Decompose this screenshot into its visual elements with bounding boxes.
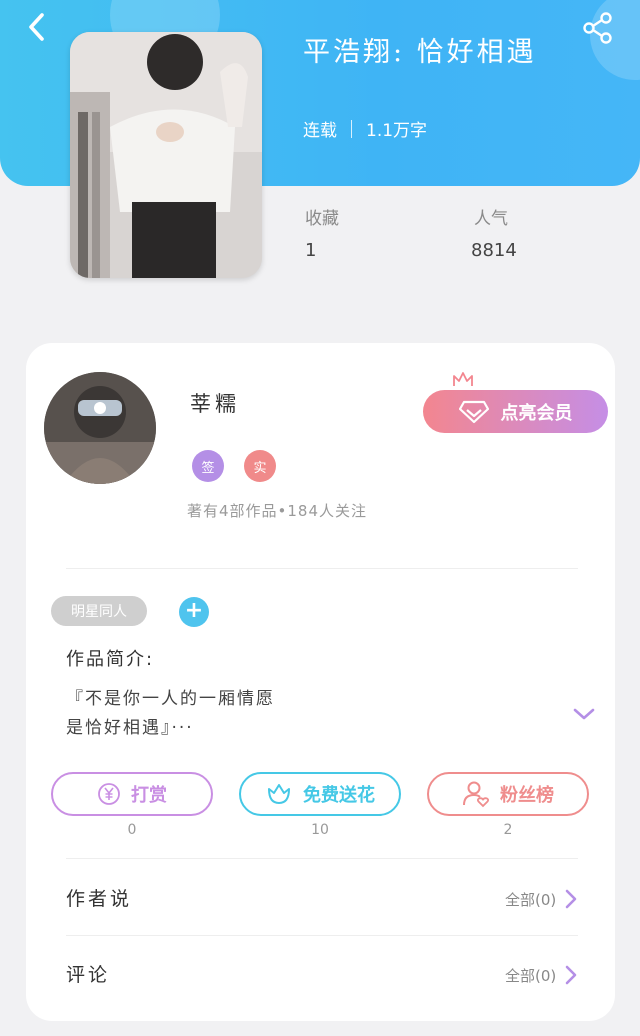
- book-cover-image[interactable]: [70, 32, 262, 278]
- divider: [66, 935, 578, 936]
- serial-status: 连载: [303, 121, 337, 141]
- intro-label: 作品简介:: [66, 649, 155, 670]
- book-meta: 连载 1.1万字: [303, 116, 427, 141]
- signed-badge: 签: [192, 450, 224, 482]
- vip-button-label: 点亮会员: [500, 402, 573, 424]
- author-says-all-link[interactable]: 全部(0): [505, 888, 578, 910]
- flower-icon: [268, 784, 290, 804]
- share-button[interactable]: [580, 10, 616, 46]
- avatar-photo: [44, 372, 156, 484]
- meta-divider: [351, 119, 352, 138]
- author-avatar[interactable]: [44, 372, 156, 484]
- reward-button[interactable]: 打赏: [51, 772, 213, 816]
- user-heart-icon: [463, 781, 490, 808]
- favorites-label: 收藏: [305, 209, 339, 229]
- fans-ranking-button[interactable]: 粉丝榜: [427, 772, 589, 816]
- chevron-right-icon: [565, 889, 577, 909]
- reward-count: 0: [127, 822, 137, 838]
- chevron-down-icon[interactable]: [572, 704, 596, 724]
- intro-text-line-1: 『不是你一人的一厢情愿: [66, 689, 275, 709]
- comments-label: 评论: [66, 964, 111, 986]
- plus-icon: +: [184, 598, 204, 623]
- author-description: 著有4部作品•184人关注: [187, 502, 368, 520]
- verified-badge: 实: [244, 450, 276, 482]
- book-title: 平浩翔: 恰好相遇: [303, 37, 537, 68]
- flower-label: 免费送花: [303, 785, 375, 806]
- flower-count: 10: [311, 822, 329, 838]
- back-arrow-icon: [29, 13, 44, 41]
- share-icon: [583, 12, 612, 44]
- fans-count: 2: [503, 822, 513, 838]
- genre-tag[interactable]: 明星同人: [51, 596, 147, 626]
- intro-text-line-2: 是恰好相遇』···: [66, 718, 194, 738]
- author-says-all-text: 全部(0): [505, 890, 557, 909]
- comments-all-link[interactable]: 全部(0): [505, 964, 578, 986]
- reward-label: 打赏: [131, 785, 167, 806]
- cover-photo: [70, 32, 262, 278]
- add-tag-button[interactable]: +: [179, 597, 209, 627]
- activate-vip-button[interactable]: 点亮会员: [423, 390, 608, 433]
- author-says-label: 作者说: [66, 888, 133, 910]
- popularity-count: 8814: [471, 240, 517, 261]
- author-name[interactable]: 莘糯: [190, 388, 240, 418]
- comments-all-text: 全部(0): [505, 966, 557, 985]
- crown-icon: [453, 372, 473, 386]
- fans-label: 粉丝榜: [500, 785, 554, 806]
- chevron-right-icon: [565, 965, 577, 985]
- divider: [66, 568, 578, 569]
- back-button[interactable]: [20, 10, 54, 44]
- favorites-count: 1: [305, 240, 317, 261]
- popularity-label: 人气: [474, 209, 508, 229]
- send-flower-button[interactable]: 免费送花: [239, 772, 401, 816]
- yen-icon: [98, 783, 120, 805]
- word-count: 1.1万字: [366, 121, 428, 141]
- diamond-icon: [458, 400, 489, 423]
- divider: [66, 858, 578, 859]
